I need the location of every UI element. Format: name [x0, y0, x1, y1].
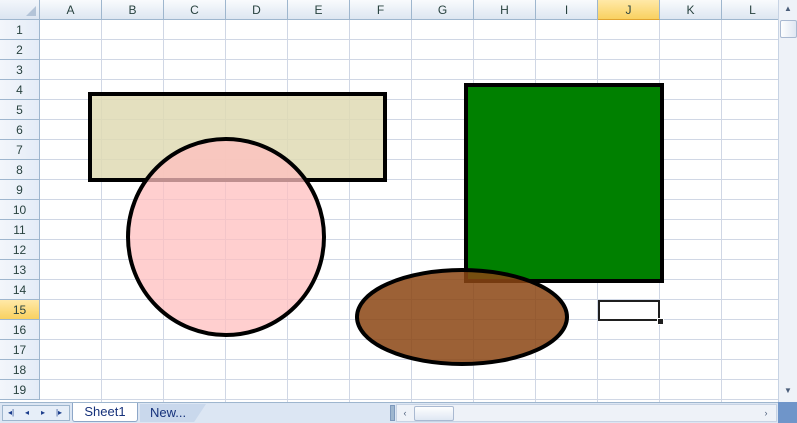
circle-shape[interactable]	[126, 137, 326, 337]
column-header-j[interactable]: J	[598, 0, 660, 20]
row-header-10[interactable]: 10	[0, 200, 40, 220]
row-header-17[interactable]: 17	[0, 340, 40, 360]
square-shape[interactable]	[464, 83, 664, 283]
row-header-4[interactable]: 4	[0, 80, 40, 100]
row-header-13[interactable]: 13	[0, 260, 40, 280]
row-header-5[interactable]: 5	[0, 100, 40, 120]
row-header-16[interactable]: 16	[0, 320, 40, 340]
column-header-h[interactable]: H	[474, 0, 536, 20]
column-header-e[interactable]: E	[288, 0, 350, 20]
scroll-down-icon[interactable]: ▼	[779, 382, 797, 400]
row-header-18[interactable]: 18	[0, 360, 40, 380]
row-header-12[interactable]: 12	[0, 240, 40, 260]
fill-handle[interactable]	[657, 318, 664, 325]
worksheet-grid[interactable]: ABCDEFGHIJKL 1 2 3 4 5 6 7 8 9 10 11 12 13 14 15 16 17 18…	[0, 0, 778, 402]
column-header-b[interactable]: B	[102, 0, 164, 20]
scroll-up-icon[interactable]: ▲	[779, 0, 797, 18]
column-header-i[interactable]: I	[536, 0, 598, 20]
row-header-6[interactable]: 6	[0, 120, 40, 140]
previous-sheet-icon[interactable]: ◂	[20, 407, 34, 419]
column-header-g[interactable]: G	[412, 0, 474, 20]
column-header-l[interactable]: L	[722, 0, 778, 20]
tab-sheet1[interactable]: Sheet1	[72, 403, 138, 422]
column-header-f[interactable]: F	[350, 0, 412, 20]
sheet-navigation: ◂| ◂ ▸ |▸	[2, 405, 70, 421]
tab-split-handle[interactable]	[390, 405, 395, 421]
sheet-tab-bar: ◂| ◂ ▸ |▸ Sheet1 New... ‹ ›	[0, 402, 797, 423]
last-sheet-icon[interactable]: |▸	[52, 407, 66, 419]
vertical-scrollbar[interactable]: ▲ ▼	[778, 0, 797, 402]
row-header-8[interactable]: 8	[0, 160, 40, 180]
tab-new-sheet[interactable]: New...	[140, 404, 206, 422]
row-header-14[interactable]: 14	[0, 280, 40, 300]
row-header-9[interactable]: 9	[0, 180, 40, 200]
row-header-7[interactable]: 7	[0, 140, 40, 160]
row-header-19[interactable]: 19	[0, 380, 40, 400]
ellipse-shape[interactable]	[355, 268, 569, 366]
horizontal-scrollbar[interactable]: ‹ ›	[396, 404, 777, 422]
window-resize-grip[interactable]	[778, 402, 797, 423]
scroll-left-icon[interactable]: ‹	[397, 405, 413, 421]
scroll-right-icon[interactable]: ›	[758, 405, 774, 421]
column-header-c[interactable]: C	[164, 0, 226, 20]
column-header-k[interactable]: K	[660, 0, 722, 20]
select-all-corner[interactable]	[0, 0, 40, 20]
column-header-d[interactable]: D	[226, 0, 288, 20]
active-cell-J15[interactable]	[598, 300, 660, 321]
next-sheet-icon[interactable]: ▸	[36, 407, 50, 419]
row-header-2[interactable]: 2	[0, 40, 40, 60]
row-header-1[interactable]: 1	[0, 20, 40, 40]
row-header-11[interactable]: 11	[0, 220, 40, 240]
vertical-scroll-thumb[interactable]	[780, 20, 797, 38]
row-header-3[interactable]: 3	[0, 60, 40, 80]
spreadsheet-window: ABCDEFGHIJKL 1 2 3 4 5 6 7 8 9 10 11 12 13 14 15 16 17 18…	[0, 0, 797, 423]
row-header-15[interactable]: 15	[0, 300, 40, 320]
select-all-icon	[26, 6, 36, 16]
horizontal-scroll-thumb[interactable]	[414, 406, 454, 421]
first-sheet-icon[interactable]: ◂|	[4, 407, 18, 419]
column-header-a[interactable]: A	[40, 0, 102, 20]
